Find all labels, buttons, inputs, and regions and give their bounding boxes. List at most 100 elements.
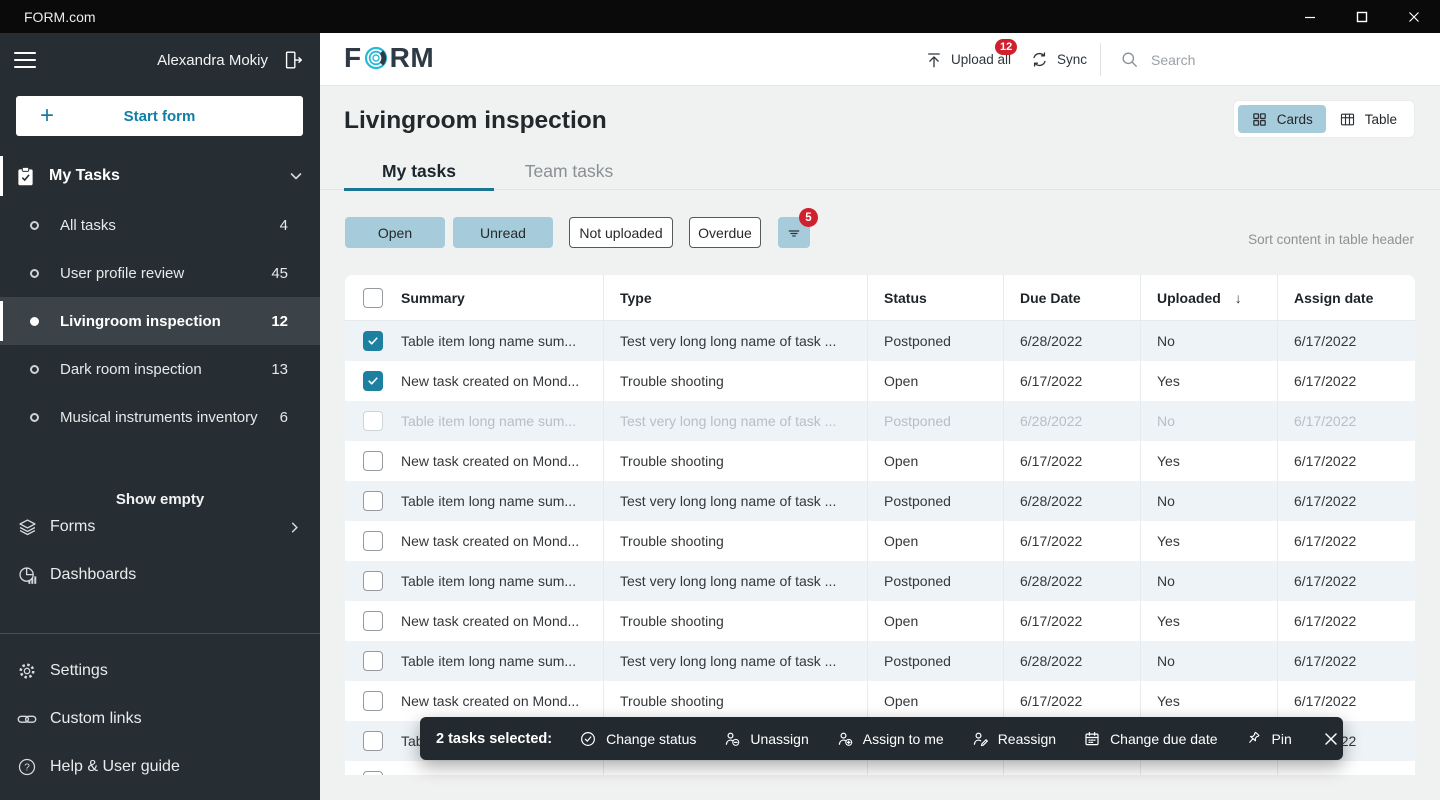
minimize-icon: [1303, 10, 1317, 24]
column-due-date[interactable]: Due Date: [1004, 275, 1141, 320]
toggle-table[interactable]: Table: [1326, 105, 1410, 133]
minimize-button[interactable]: [1284, 0, 1336, 33]
cell-status: Postponed: [868, 401, 1004, 441]
table-row[interactable]: Table item long name sum... Test very lo…: [345, 641, 1415, 681]
cell-assign-date: 6/17/2022: [1278, 641, 1415, 681]
row-checkbox[interactable]: [363, 371, 383, 391]
cell-summary-wrap: Table item long name sum...: [345, 481, 604, 521]
start-form-button[interactable]: + Start form: [16, 96, 303, 136]
cell-type: Trouble shooting: [604, 521, 868, 561]
table-row[interactable]: New task created on Mond... Trouble shoo…: [345, 441, 1415, 481]
layers-icon: [16, 517, 38, 538]
row-checkbox[interactable]: [363, 571, 383, 591]
change-status-button[interactable]: Change status: [579, 730, 696, 748]
cell-type: Trouble shooting: [604, 441, 868, 481]
row-checkbox[interactable]: [363, 771, 383, 775]
row-checkbox[interactable]: [363, 531, 383, 551]
sidebar-task-musical-instruments-inventory[interactable]: Musical instruments inventory 6: [0, 393, 320, 441]
row-checkbox[interactable]: [363, 331, 383, 351]
selection-toolbar: 2 tasks selected: Change status Unassign: [420, 717, 1343, 760]
cell-status: Postponed: [868, 481, 1004, 521]
cell-type-text: Test very long long name of task ...: [620, 333, 846, 349]
table-row[interactable]: Table item long name sum... Test very lo…: [345, 321, 1415, 361]
table-row[interactable]: Table item long name sum... Test very lo…: [345, 481, 1415, 521]
table-row[interactable]: New task created on Mond... Trouble shoo…: [345, 761, 1415, 775]
sidebar-task-dark-room-inspection[interactable]: Dark room inspection 13: [0, 345, 320, 393]
cell-uploaded: No: [1141, 321, 1278, 361]
filter-chip-overdue[interactable]: Overdue: [689, 217, 761, 248]
cell-status: Open: [868, 361, 1004, 401]
logout-icon[interactable]: [282, 49, 304, 71]
table-row[interactable]: Table item long name sum... Test very lo…: [345, 561, 1415, 601]
column-uploaded[interactable]: Uploaded ↓: [1141, 275, 1278, 320]
toggle-cards[interactable]: Cards: [1238, 105, 1326, 133]
cell-type-text: Trouble shooting: [620, 373, 734, 389]
cell-summary-wrap: Table item long name sum...: [345, 561, 604, 601]
cell-assign-date: 6/17/2022: [1278, 521, 1415, 561]
cell-uploaded: No: [1141, 641, 1278, 681]
sidebar-item-settings[interactable]: Settings: [0, 647, 320, 695]
cell-assign-date: 6/17/2022: [1278, 601, 1415, 641]
cell-uploaded: No: [1141, 561, 1278, 601]
upload-all-button[interactable]: Upload all 12: [925, 33, 1011, 86]
sidebar-item-forms[interactable]: Forms: [0, 503, 320, 551]
active-item-bar: [0, 301, 3, 341]
row-checkbox[interactable]: [363, 611, 383, 631]
column-assign-date[interactable]: Assign date: [1278, 275, 1415, 320]
change-due-date-button[interactable]: Change due date: [1083, 730, 1217, 748]
row-checkbox[interactable]: [363, 731, 383, 751]
table-row[interactable]: New task created on Mond... Trouble shoo…: [345, 361, 1415, 401]
cell-status: Open: [868, 601, 1004, 641]
row-checkbox[interactable]: [363, 491, 383, 511]
cell-assign-date: 6/17/2022: [1278, 761, 1415, 775]
search-input[interactable]: Search: [1120, 33, 1195, 86]
row-checkbox[interactable]: [363, 691, 383, 711]
filter-button[interactable]: 5: [778, 217, 810, 248]
filter-chip-open[interactable]: Open: [345, 217, 445, 248]
sidebar-task-livingroom-inspection[interactable]: Livingroom inspection 12: [0, 297, 320, 345]
table-icon: [1339, 111, 1356, 128]
assign-to-me-button[interactable]: Assign to me: [836, 730, 944, 748]
task-count: 13: [271, 361, 288, 378]
table-row[interactable]: New task created on Mond... Trouble shoo…: [345, 521, 1415, 561]
calendar-icon: [1083, 730, 1101, 748]
unassign-button[interactable]: Unassign: [723, 730, 808, 748]
sidebar-section-my-tasks[interactable]: My Tasks: [0, 152, 320, 200]
column-status[interactable]: Status: [868, 275, 1004, 320]
toolbar-close-button[interactable]: [1319, 727, 1343, 751]
table-row[interactable]: New task created on Mond... Trouble shoo…: [345, 681, 1415, 721]
sync-button[interactable]: Sync: [1030, 33, 1087, 86]
maximize-button[interactable]: [1336, 0, 1388, 33]
cell-due-date: 6/17/2022: [1004, 681, 1141, 721]
sort-hint: Sort content in table header: [1248, 232, 1414, 247]
select-all-checkbox[interactable]: [363, 288, 383, 308]
column-summary[interactable]: Summary: [345, 275, 604, 320]
cell-status: Open: [868, 681, 1004, 721]
filter-chip-not-uploaded[interactable]: Not uploaded: [569, 217, 673, 248]
table-row[interactable]: New task created on Mond... Trouble shoo…: [345, 601, 1415, 641]
sidebar-item-help[interactable]: ? Help & User guide: [0, 743, 320, 791]
column-type[interactable]: Type: [604, 275, 868, 320]
table-row[interactable]: Table item long name sum... Test very lo…: [345, 401, 1415, 441]
sidebar-task-user-profile-review[interactable]: User profile review 45: [0, 249, 320, 297]
tab-team-tasks[interactable]: Team tasks: [494, 152, 644, 190]
tab-my-tasks[interactable]: My tasks: [344, 152, 494, 190]
pin-button[interactable]: Pin: [1245, 730, 1292, 748]
upload-badge: 12: [995, 39, 1017, 55]
cell-summary-wrap: Table item long name sum...: [345, 401, 604, 441]
row-checkbox[interactable]: [363, 411, 383, 431]
menu-icon[interactable]: [14, 52, 36, 68]
reassign-button[interactable]: Reassign: [971, 730, 1056, 748]
sidebar-item-dashboards[interactable]: Dashboards: [0, 551, 320, 599]
row-checkbox[interactable]: [363, 451, 383, 471]
task-count: 6: [280, 409, 288, 426]
cell-type: Trouble shooting: [604, 761, 868, 775]
row-checkbox[interactable]: [363, 651, 383, 671]
cell-assign-date: 6/17/2022: [1278, 561, 1415, 601]
cell-status: Open: [868, 441, 1004, 481]
cell-type: Trouble shooting: [604, 361, 868, 401]
sidebar-item-custom-links[interactable]: Custom links: [0, 695, 320, 743]
close-button[interactable]: [1388, 0, 1440, 33]
filter-chip-unread[interactable]: Unread: [453, 217, 553, 248]
sidebar-task-all-tasks[interactable]: All tasks 4: [0, 201, 320, 249]
